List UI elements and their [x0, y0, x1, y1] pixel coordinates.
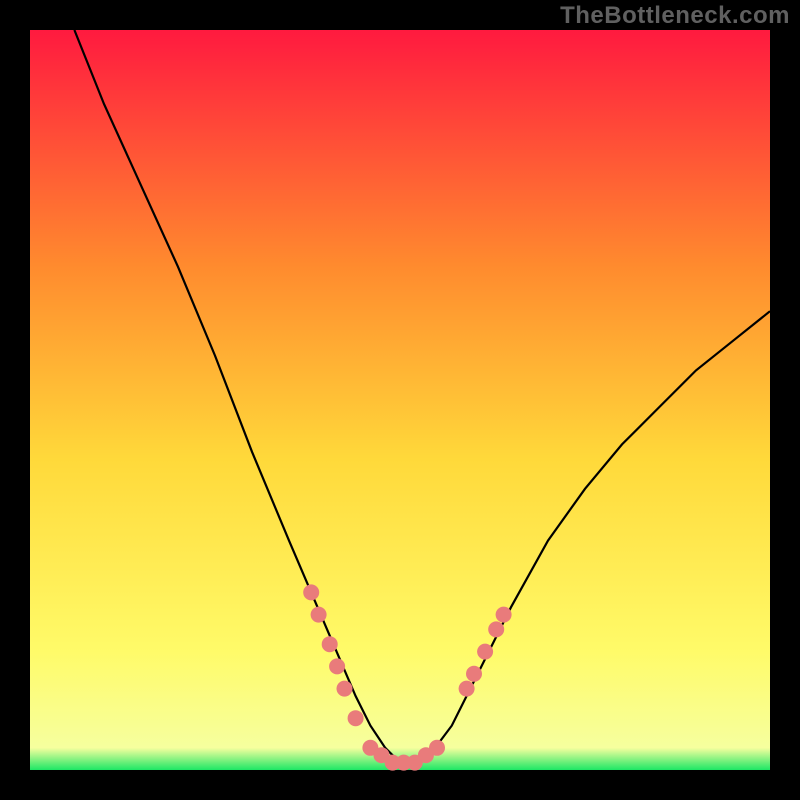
curve-marker — [466, 666, 482, 682]
plot-background — [30, 30, 770, 770]
curve-marker — [348, 710, 364, 726]
curve-marker — [322, 636, 338, 652]
curve-marker — [303, 584, 319, 600]
watermark-text: TheBottleneck.com — [560, 2, 790, 30]
curve-marker — [329, 658, 345, 674]
curve-marker — [477, 644, 493, 660]
chart-frame: TheBottleneck.com — [0, 0, 800, 800]
curve-marker — [337, 681, 353, 697]
curve-marker — [496, 607, 512, 623]
bottleneck-chart — [0, 0, 800, 800]
curve-marker — [429, 740, 445, 756]
curve-marker — [459, 681, 475, 697]
curve-marker — [311, 607, 327, 623]
curve-marker — [488, 621, 504, 637]
